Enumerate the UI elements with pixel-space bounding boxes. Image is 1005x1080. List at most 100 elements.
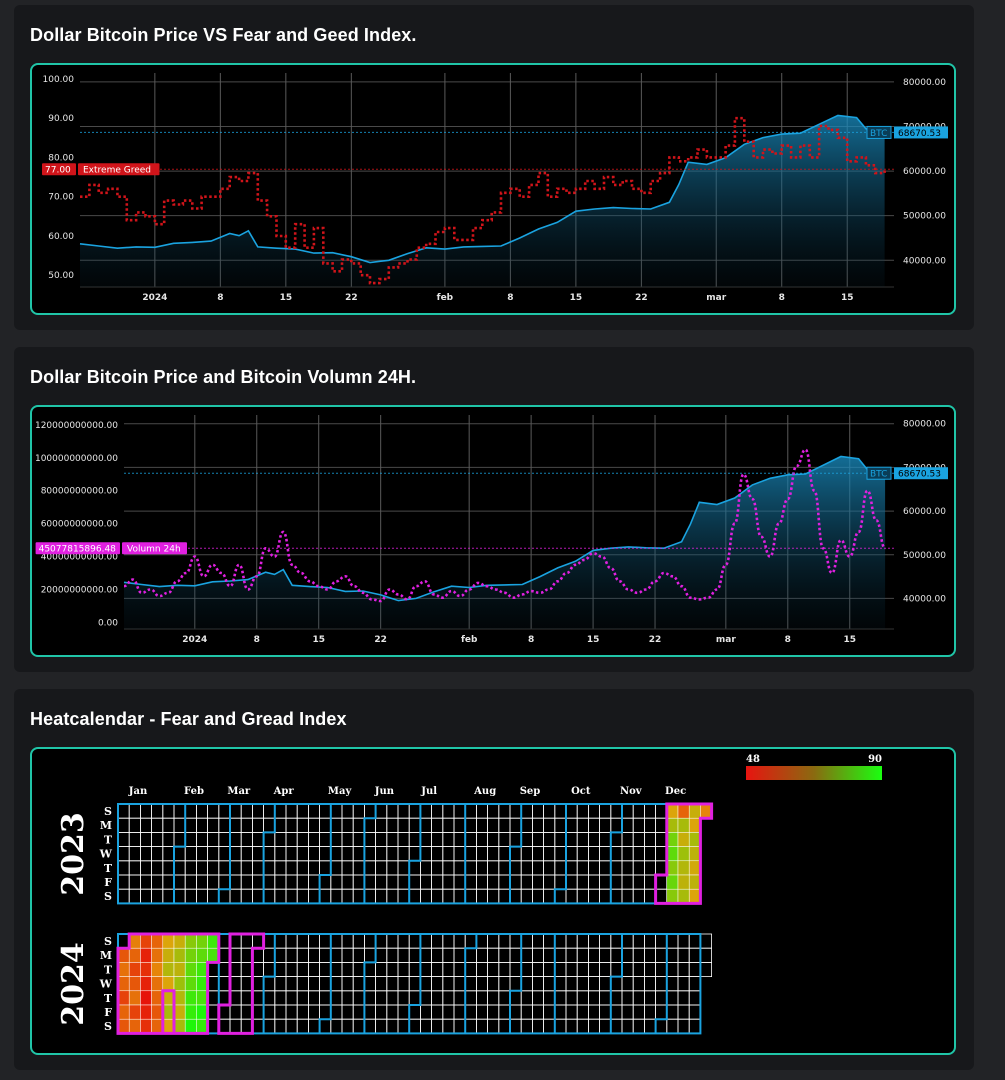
calendar-cell bbox=[285, 860, 298, 876]
calendar-cell bbox=[307, 976, 320, 992]
calendar-cell bbox=[644, 1004, 657, 1020]
calendar-cell bbox=[576, 976, 589, 992]
calendar-cell bbox=[431, 933, 444, 949]
calendar-cell bbox=[520, 860, 533, 876]
heat-cell bbox=[196, 962, 208, 977]
calendar-cell bbox=[251, 832, 264, 848]
calendar-cell bbox=[554, 846, 567, 862]
calendar-cell bbox=[554, 990, 567, 1006]
calendar-cell bbox=[162, 803, 175, 819]
calendar-cell bbox=[363, 832, 376, 848]
calendar-cell bbox=[610, 860, 623, 876]
calendar-cell bbox=[307, 947, 320, 963]
calendar-cell bbox=[520, 1004, 533, 1020]
heat-cell bbox=[162, 1004, 175, 1020]
calendar-cell bbox=[173, 860, 186, 876]
calendar-cell bbox=[498, 888, 511, 904]
calendar-cell bbox=[151, 803, 164, 819]
calendar-cell bbox=[442, 961, 455, 977]
y-right-tick-label: 60000.00 bbox=[903, 167, 946, 177]
calendar-cell bbox=[666, 1018, 679, 1034]
calendar-cell bbox=[319, 1004, 332, 1020]
calendar-cell bbox=[644, 860, 657, 876]
calendar-cell bbox=[341, 888, 354, 904]
calendar-cell bbox=[296, 832, 309, 848]
calendar-cell bbox=[419, 846, 432, 862]
calendar-cell bbox=[285, 1018, 298, 1034]
calendar-cell bbox=[453, 1004, 466, 1020]
heat-scale-min: 48 bbox=[746, 754, 760, 765]
calendar-cell bbox=[240, 860, 253, 876]
calendar-cell bbox=[162, 860, 175, 876]
heat-cell bbox=[184, 976, 197, 992]
calendar-cell bbox=[307, 832, 320, 848]
calendar-cell bbox=[386, 874, 399, 890]
calendar-cell bbox=[475, 947, 488, 963]
calendar-cell bbox=[207, 817, 220, 833]
calendar-cell bbox=[184, 803, 197, 819]
calendar-cell bbox=[487, 817, 500, 833]
heat-cell bbox=[117, 990, 130, 1006]
x-tick-label: 8 bbox=[528, 635, 534, 645]
calendar-cell bbox=[621, 817, 634, 833]
calendar-cell bbox=[554, 803, 567, 819]
calendar-cell bbox=[610, 961, 623, 977]
calendar-cell bbox=[251, 961, 264, 977]
calendar-cell bbox=[431, 976, 444, 992]
calendar-cell bbox=[263, 874, 276, 890]
calendar-cell bbox=[341, 1018, 354, 1034]
calendar-cell bbox=[655, 888, 668, 904]
calendar-cell bbox=[509, 976, 522, 992]
calendar-cell bbox=[531, 860, 544, 876]
calendar-cell bbox=[363, 961, 376, 977]
calendar-cell bbox=[644, 874, 657, 890]
calendar-cell bbox=[599, 933, 612, 949]
weekday-label: T bbox=[104, 963, 113, 976]
heat-cell bbox=[184, 1004, 197, 1020]
heat-cell bbox=[162, 933, 175, 949]
calendar-cell bbox=[610, 976, 623, 992]
calendar-cell bbox=[588, 961, 601, 977]
calendar-cell bbox=[632, 1018, 645, 1034]
calendar-cell bbox=[419, 947, 432, 963]
heat-cell bbox=[666, 888, 679, 904]
calendar-cell bbox=[397, 846, 410, 862]
calendar-cell bbox=[688, 933, 701, 949]
calendar-cell bbox=[386, 803, 399, 819]
calendar-cell bbox=[319, 803, 332, 819]
x-tick-label: 8 bbox=[254, 635, 260, 645]
heat-cell bbox=[173, 947, 186, 963]
calendar-cell bbox=[307, 874, 320, 890]
volume-vs-price-chart: 120000000000.00 100000000000.00 8000000000… bbox=[35, 415, 948, 645]
calendar-cell bbox=[229, 860, 242, 876]
calendar-cell bbox=[352, 874, 365, 890]
calendar-cell bbox=[386, 976, 399, 992]
calendar-cell bbox=[677, 961, 690, 977]
calendar-cell bbox=[207, 1004, 220, 1020]
year-label: 2024 bbox=[56, 942, 91, 1026]
calendar-cell bbox=[352, 832, 365, 848]
month-label: Feb bbox=[184, 786, 204, 797]
calendar-cell bbox=[442, 888, 455, 904]
y-left-tick-label: 20000000000.00 bbox=[41, 585, 119, 595]
calendar-cell bbox=[599, 1018, 612, 1034]
calendar-cell bbox=[184, 874, 197, 890]
calendar-cell bbox=[475, 976, 488, 992]
calendar-cell bbox=[375, 1004, 388, 1020]
month-label: Aug bbox=[473, 786, 496, 797]
calendar-cell bbox=[240, 947, 253, 963]
x-tick-label: feb bbox=[461, 635, 478, 645]
calendar-cell bbox=[341, 860, 354, 876]
chart-panel: 120000000000.00 100000000000.00 8000000000… bbox=[30, 405, 956, 657]
calendar-cell bbox=[453, 846, 466, 862]
calendar-cell bbox=[419, 1018, 432, 1034]
btc-area-fill bbox=[80, 115, 885, 288]
calendar-cell bbox=[218, 888, 231, 904]
calendar-cell bbox=[520, 874, 533, 890]
chart-card-volume: Dollar Bitcoin Price and Bitcoin Volumn … bbox=[14, 347, 974, 672]
calendar-cell bbox=[655, 803, 668, 819]
calendar-cell bbox=[319, 832, 332, 848]
calendar-cell bbox=[218, 976, 231, 992]
calendar-cell bbox=[419, 976, 432, 992]
calendar-cell bbox=[184, 888, 197, 904]
